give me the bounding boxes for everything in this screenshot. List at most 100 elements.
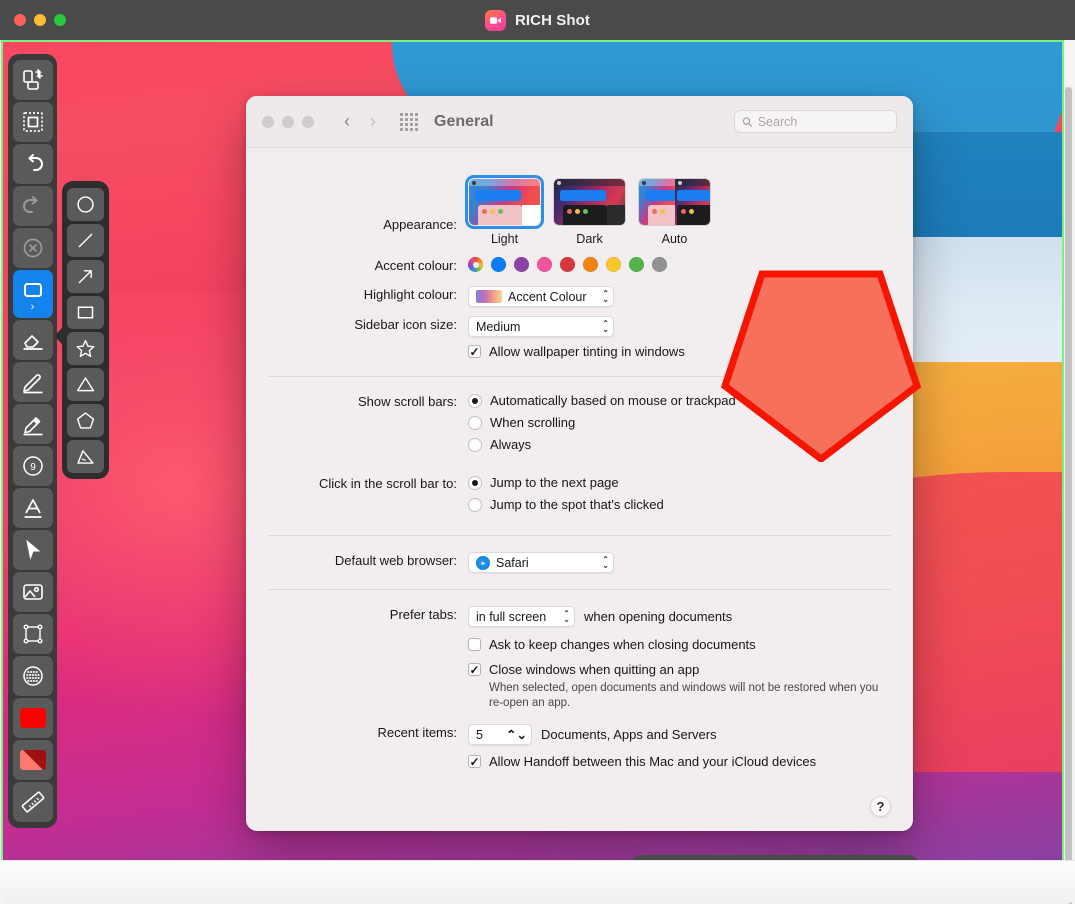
search-input[interactable] [757, 114, 889, 129]
triangle-shape-icon[interactable] [67, 367, 104, 401]
radio-dot [468, 498, 482, 512]
prefer-tabs-value: in full screen [476, 609, 547, 624]
marquee-select-icon[interactable] [12, 102, 53, 142]
minimize-window-button[interactable] [34, 14, 46, 26]
show-all-grid-icon[interactable] [400, 112, 418, 131]
cursor-icon[interactable] [12, 530, 53, 570]
window-bottom-edge [0, 860, 1075, 904]
handoff-checkbox[interactable]: Allow Handoff between this Mac and your … [468, 754, 891, 770]
pencil-icon[interactable] [12, 362, 53, 402]
redo-icon[interactable] [12, 186, 53, 226]
appearance-option-auto[interactable]: Auto [638, 178, 711, 246]
sidebar-icon-size-select[interactable]: Medium ⌃ ⌄ [468, 316, 614, 337]
prefs-traffic-lights [262, 115, 314, 128]
highlight-colour-select[interactable]: Accent Colour ⌃ ⌄ [468, 286, 614, 307]
appearance-option-light[interactable]: Light [468, 178, 541, 246]
stroke-fill-swatch[interactable] [12, 740, 53, 780]
counter-icon[interactable]: 9 [12, 446, 53, 486]
click-radio-spot-clicked[interactable]: Jump to the spot that's clicked [468, 497, 891, 513]
search-field[interactable] [734, 110, 897, 133]
accent-swatch-orange[interactable] [583, 257, 598, 272]
appearance-label-light: Light [490, 232, 519, 246]
prefs-close-button[interactable] [262, 115, 274, 128]
highlight-colour-swatch [476, 290, 502, 303]
highlighter-icon[interactable] [12, 404, 53, 444]
blur-icon[interactable] [12, 656, 53, 696]
accent-colour-label: Accent colour: [374, 258, 457, 273]
ask-keep-changes-checkbox[interactable]: Ask to keep changes when closing documen… [468, 637, 891, 653]
zoom-window-button[interactable] [54, 14, 66, 26]
star-shape-icon[interactable] [67, 331, 104, 365]
accent-swatch-multicolour[interactable] [468, 257, 483, 272]
crop-icon[interactable] [12, 614, 53, 654]
swap-shapes-icon[interactable] [12, 60, 53, 100]
close-windows-hint: When selected, open documents and window… [489, 682, 879, 709]
scroll-option-label: When scrolling [490, 415, 576, 430]
app-title-group: RICH Shot [484, 9, 590, 31]
accent-swatch-pink[interactable] [537, 257, 552, 272]
prefs-titlebar: ‹ › General [246, 96, 913, 148]
shape-flyout-panel [62, 181, 109, 479]
highlight-colour-label: Highlight colour: [363, 287, 457, 302]
canvas-scrollbar-thumb[interactable] [1065, 87, 1072, 904]
pentagon-shape-icon[interactable] [67, 403, 104, 437]
prefs-content: Appearance: Light Dark Auto Accent colou… [246, 148, 913, 786]
accent-swatch-red[interactable] [560, 257, 575, 272]
click-radio-next-page[interactable]: Jump to the next page [468, 475, 891, 491]
close-windows-checkbox[interactable]: Close windows when quitting an app [468, 662, 891, 678]
close-window-button[interactable] [14, 14, 26, 26]
accent-swatch-purple[interactable] [514, 257, 529, 272]
angle-shape-icon[interactable] [67, 439, 104, 473]
undo-icon[interactable] [12, 144, 53, 184]
video-camera-icon [484, 9, 506, 31]
appearance-option-dark[interactable]: Dark [553, 178, 626, 246]
app-titlebar: RICH Shot [0, 0, 1075, 40]
fill-colour-swatch[interactable] [12, 698, 53, 738]
svg-text:9: 9 [30, 462, 36, 473]
checkbox-box [468, 663, 481, 676]
image-icon[interactable] [12, 572, 53, 612]
default-web-browser-row: Default web browser: Safari ⌃ ⌄ [246, 552, 913, 573]
appearance-thumb-light [468, 178, 541, 226]
default-browser-section: Default web browser: Safari ⌃ ⌄ [246, 536, 913, 589]
text-icon[interactable] [12, 488, 53, 528]
forward-button[interactable]: › [360, 109, 386, 135]
eraser-icon[interactable] [12, 320, 53, 360]
prefs-minimize-button[interactable] [282, 115, 294, 128]
pentagon-annotation[interactable] [720, 267, 922, 464]
rectangle-shape-icon[interactable] [67, 295, 104, 329]
recent-items-row: Recent items: 5 ⌃⌄ Documents, Apps and S… [246, 724, 913, 745]
radio-dot [468, 416, 482, 430]
prefs-title: General [434, 112, 494, 130]
prefer-tabs-suffix: when opening documents [584, 608, 733, 624]
accent-swatch-green[interactable] [629, 257, 644, 272]
help-button[interactable]: ? [870, 796, 891, 817]
prefer-tabs-select[interactable]: in full screen ⌃ ⌄ [468, 606, 575, 627]
arrow-shape-icon[interactable] [67, 259, 104, 293]
tools-sidebar: › 9 [8, 54, 57, 828]
ellipse-shape-icon[interactable] [67, 187, 104, 221]
click-scroll-bar-label: Click in the scroll bar to: [319, 476, 457, 491]
stroke-fill-chip [19, 750, 46, 770]
shape-icon[interactable]: › [12, 270, 53, 318]
accent-swatch-graphite[interactable] [652, 257, 667, 272]
click-option-label: Jump to the spot that's clicked [490, 497, 664, 512]
accent-swatch-yellow[interactable] [606, 257, 621, 272]
default-web-browser-select[interactable]: Safari ⌃ ⌄ [468, 552, 614, 573]
chevron-updown-icon: ⌃⌄ [602, 554, 609, 570]
recent-items-stepper[interactable]: 5 ⌃⌄ [468, 724, 532, 745]
ruler-icon[interactable] [12, 782, 53, 822]
chevron-right-icon: › [30, 300, 35, 313]
accent-swatch-blue[interactable] [491, 257, 506, 272]
prefs-zoom-button[interactable] [302, 115, 314, 128]
radio-dot [468, 394, 482, 408]
canvas-scrollbar[interactable] [1064, 84, 1073, 904]
chevron-updown-icon: ⌃⌄ [602, 318, 609, 334]
radio-dot [468, 438, 482, 452]
line-shape-icon[interactable] [67, 223, 104, 257]
clear-icon[interactable] [12, 228, 53, 268]
editor-canvas: ‹ › General Search Appearance: Light Dar… [0, 40, 1075, 904]
scroll-option-label: Always [490, 437, 532, 452]
wallpaper-tinting-label: Allow wallpaper tinting in windows [489, 344, 685, 359]
back-button[interactable]: ‹ [334, 109, 360, 135]
